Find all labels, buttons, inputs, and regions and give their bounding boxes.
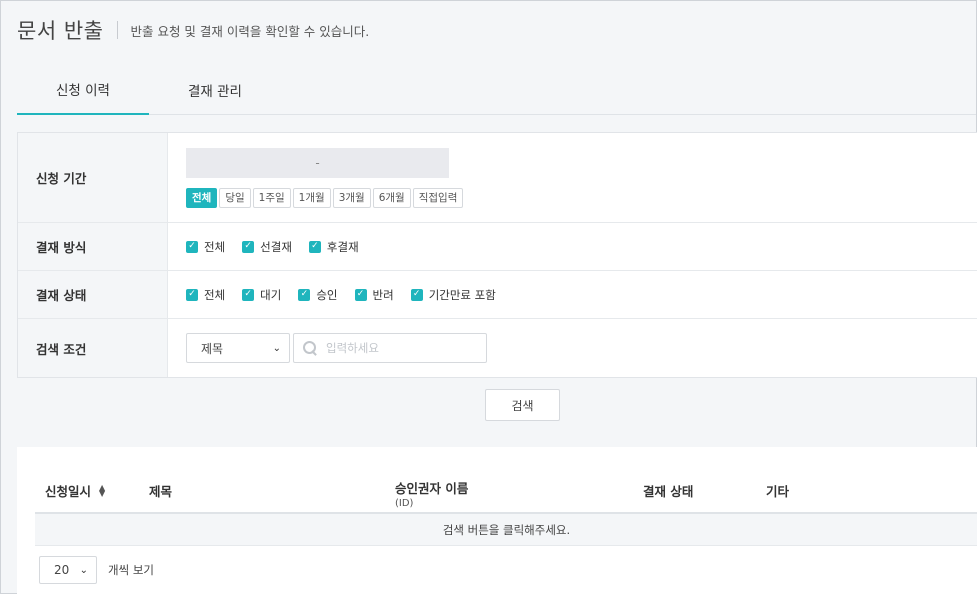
result-panel: 신청일시 ▲ ▼ 제목 승인권자 이름 (ID) 결재 상태 기타 검색 버튼을 … xyxy=(17,447,977,594)
search-placeholder: 입력하세요 xyxy=(326,341,379,355)
check-icon: ✓ xyxy=(242,288,255,301)
search-field-select[interactable]: 제목 ⌄ xyxy=(186,333,290,363)
table-empty-message: 검색 버튼을 클릭해주세요. xyxy=(35,514,977,546)
check-icon: ✓ xyxy=(242,240,255,253)
period-button-3months[interactable]: 3개월 xyxy=(332,187,371,208)
filter-row-payment-method: 결재 방식 ✓ 전체 ✓ 선결재 ✓ 후결재 xyxy=(18,223,977,271)
checkbox-method-prepay[interactable]: ✓ 선결재 xyxy=(242,239,292,255)
chevron-down-icon: ⌄ xyxy=(79,564,88,576)
checkbox-status-all[interactable]: ✓ 전체 xyxy=(186,287,225,303)
period-button-custom[interactable]: 직접입력 xyxy=(412,187,464,208)
period-button-1week[interactable]: 1주일 xyxy=(252,187,291,208)
page-description: 반출 요청 및 결재 이력을 확인할 수 있습니다. xyxy=(130,23,370,39)
page-title: 문서 반출 xyxy=(17,19,104,43)
column-header-date[interactable]: 신청일시 ▲ ▼ xyxy=(45,481,105,500)
column-header-status: 결재 상태 xyxy=(643,484,694,499)
search-input[interactable]: 입력하세요 xyxy=(293,333,487,363)
check-icon: ✓ xyxy=(186,240,198,253)
period-button-6months[interactable]: 6개월 xyxy=(372,187,411,208)
filter-label-payment-status: 결재 상태 xyxy=(18,271,168,318)
column-header-etc: 기타 xyxy=(766,484,790,499)
table-header: 신청일시 ▲ ▼ 제목 승인권자 이름 (ID) 결재 상태 기타 xyxy=(35,469,977,514)
search-icon xyxy=(302,340,318,356)
column-header-title: 제목 xyxy=(149,484,173,499)
checkbox-method-all[interactable]: ✓ 전체 xyxy=(186,239,225,255)
checkbox-status-pending[interactable]: ✓ 대기 xyxy=(242,287,281,303)
checkbox-status-approved[interactable]: ✓ 승인 xyxy=(298,287,338,303)
column-header-approver-id: (ID) xyxy=(395,498,414,509)
checkbox-method-postpay[interactable]: ✓ 후결재 xyxy=(308,239,359,255)
date-range-separator: - xyxy=(315,155,320,170)
filter-panel: 신청 기간 - 전체 당일 1주일 1개월 3개월 6개월 직접입력 결재 방식… xyxy=(17,132,977,378)
period-button-today[interactable]: 당일 xyxy=(219,187,251,208)
period-button-1month[interactable]: 1개월 xyxy=(292,187,331,208)
filter-label-payment-method: 결재 방식 xyxy=(18,223,168,270)
page-size-control: 20 ⌄ 개씩 보기 xyxy=(39,556,154,584)
tab-application-history[interactable]: 신청 이력 xyxy=(17,65,149,115)
filter-row-payment-status: 결재 상태 ✓ 전체 ✓ 대기 ✓ 승인 ✓ 반려 ✓ 기간만료 포함 xyxy=(18,271,977,319)
filter-row-period: 신청 기간 - 전체 당일 1주일 1개월 3개월 6개월 직접입력 xyxy=(18,133,977,223)
filter-label-search: 검색 조건 xyxy=(18,319,168,377)
check-icon: ✓ xyxy=(410,288,423,301)
page-header: 문서 반출 반출 요청 및 결재 이력을 확인할 수 있습니다. xyxy=(1,1,976,59)
date-range-picker[interactable]: - xyxy=(186,147,449,178)
page-size-label: 개씩 보기 xyxy=(108,563,154,577)
checkbox-status-rejected[interactable]: ✓ 반려 xyxy=(354,287,394,303)
checkbox-status-expired[interactable]: ✓ 기간만료 포함 xyxy=(410,287,496,303)
filter-label-period: 신청 기간 xyxy=(18,133,168,222)
filter-row-search: 검색 조건 제목 ⌄ 입력하세요 xyxy=(18,319,977,377)
check-icon: ✓ xyxy=(354,288,367,301)
title-divider xyxy=(117,21,119,39)
check-icon: ✓ xyxy=(298,288,311,301)
tab-bar: 신청 이력 결재 관리 xyxy=(17,65,976,115)
check-icon: ✓ xyxy=(308,240,321,253)
period-button-all[interactable]: 전체 xyxy=(186,187,218,208)
search-button[interactable]: 검색 xyxy=(485,389,560,421)
tab-approval-management[interactable]: 결재 관리 xyxy=(149,65,281,115)
check-icon: ✓ xyxy=(186,288,198,301)
column-header-approver: 승인권자 이름 (ID) xyxy=(395,481,469,509)
page-size-select[interactable]: 20 ⌄ xyxy=(39,556,97,584)
period-button-group: 전체 당일 1주일 1개월 3개월 6개월 직접입력 xyxy=(186,187,464,208)
chevron-down-icon: ⌄ xyxy=(272,342,281,354)
sort-icon: ▲ ▼ xyxy=(99,482,106,498)
